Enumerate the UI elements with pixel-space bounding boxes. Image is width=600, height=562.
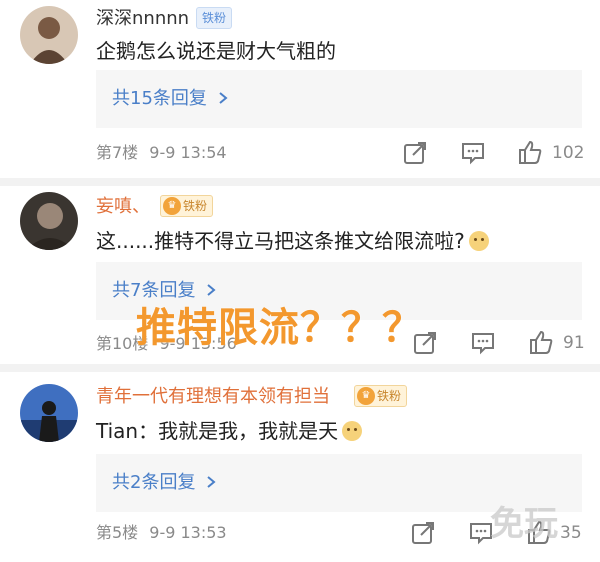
replies-box[interactable]: 共15条回复 <box>96 70 582 128</box>
comment-item: 深深nnnnn 铁粉 企鹅怎么说还是财大气粗的 共15条回复 第7楼 9-9 1… <box>0 0 600 178</box>
divider <box>0 178 600 186</box>
avatar[interactable] <box>20 192 78 250</box>
fan-badge: ♛ 铁粉 <box>160 195 214 217</box>
chevron-right-icon <box>207 476 216 488</box>
crown-icon: ♛ <box>163 197 181 215</box>
comment-text: 这......推特不得立马把这条推文给限流啦? <box>96 228 489 254</box>
timestamp: 9-9 13:54 <box>149 143 227 162</box>
replies-link[interactable]: 共15条回复 <box>112 87 229 111</box>
chevron-right-icon <box>207 284 216 296</box>
replies-link[interactable]: 共2条回复 <box>112 471 217 495</box>
share-icon[interactable] <box>410 520 436 546</box>
like-count: 35 <box>560 523 582 543</box>
share-icon[interactable] <box>402 140 428 166</box>
comment-text: Tian：我就是我，我就是天 <box>96 418 363 444</box>
comment-text: 企鹅怎么说还是财大气粗的 <box>96 39 336 63</box>
like-count: 102 <box>552 143 585 163</box>
divider <box>0 364 600 372</box>
fan-badge: ♛ 铁粉 <box>354 385 408 407</box>
overlay-caption: 推特限流？？？ <box>136 305 423 351</box>
comment-icon[interactable] <box>460 140 486 166</box>
like-icon[interactable] <box>517 139 543 165</box>
crown-icon: ♛ <box>357 387 375 405</box>
floor-label: 第5楼 <box>96 523 139 542</box>
like-icon[interactable] <box>528 329 554 355</box>
floor-label: 第7楼 <box>96 143 139 162</box>
username[interactable]: 深深nnnnn <box>96 8 189 30</box>
like-count: 91 <box>563 333 585 353</box>
doge-emoji-icon <box>468 231 489 251</box>
comment-meta: 第7楼 9-9 13:54 <box>96 143 227 163</box>
comment-icon[interactable] <box>470 330 496 356</box>
timestamp: 9-9 13:53 <box>149 523 227 542</box>
watermark: 免玩 <box>490 504 558 544</box>
avatar[interactable] <box>20 384 78 442</box>
chevron-right-icon <box>219 92 228 104</box>
username[interactable]: 妄嗔、 <box>96 196 150 218</box>
comment-meta: 第5楼 9-9 13:53 <box>96 523 227 543</box>
doge-emoji-icon <box>342 421 363 441</box>
fan-badge: 铁粉 <box>196 7 233 29</box>
username[interactable]: 青年一代有理想有本领有担当 <box>96 386 330 408</box>
avatar[interactable] <box>20 6 78 64</box>
